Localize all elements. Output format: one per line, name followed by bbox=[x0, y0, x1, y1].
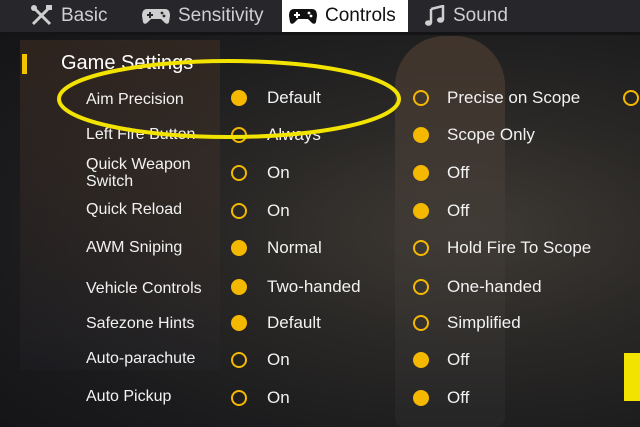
option-vehicle-2[interactable]: One-handed bbox=[447, 277, 542, 297]
tools-icon bbox=[31, 5, 52, 26]
option-auto-parachute-1[interactable]: On bbox=[267, 350, 290, 370]
tab-label: Basic bbox=[61, 5, 108, 26]
radio-extra-option[interactable] bbox=[623, 90, 639, 106]
option-auto-pickup-2[interactable]: Off bbox=[447, 388, 469, 408]
setting-label-auto-pickup: Auto Pickup bbox=[86, 388, 172, 405]
option-vehicle-1[interactable]: Two-handed bbox=[267, 277, 361, 297]
option-quick-reload-1[interactable]: On bbox=[267, 201, 290, 221]
highlight-ellipse bbox=[57, 59, 401, 139]
option-awm-2[interactable]: Hold Fire To Scope bbox=[447, 238, 591, 258]
setting-label-safezone-hints: Safezone Hints bbox=[86, 315, 195, 332]
option-quick-weapon-1[interactable]: On bbox=[267, 163, 290, 183]
tab-divider bbox=[0, 32, 640, 35]
radio-auto-parachute-option1[interactable] bbox=[231, 352, 247, 368]
setting-label-quick-weapon-switch: Quick Weapon Switch bbox=[86, 156, 191, 190]
option-aim-precision-2[interactable]: Precise on Scope bbox=[447, 88, 580, 108]
radio-quick-weapon-option2[interactable] bbox=[413, 165, 429, 181]
option-quick-reload-2[interactable]: Off bbox=[447, 201, 469, 221]
tab-label: Sound bbox=[453, 5, 508, 26]
gamepad-icon bbox=[289, 9, 317, 24]
option-quick-weapon-2[interactable]: Off bbox=[447, 163, 469, 183]
tab-bar: Basic Sensitivity Controls Sound bbox=[0, 0, 640, 32]
radio-vehicle-option1[interactable] bbox=[231, 279, 247, 295]
radio-aim-precision-option2[interactable] bbox=[413, 90, 429, 106]
setting-label-auto-parachute: Auto-parachute bbox=[86, 350, 196, 367]
radio-awm-option2[interactable] bbox=[413, 240, 429, 256]
gamepad-icon bbox=[142, 9, 170, 24]
radio-awm-option1[interactable] bbox=[231, 240, 247, 256]
tab-basic[interactable]: Basic bbox=[30, 0, 107, 32]
radio-quick-weapon-option1[interactable] bbox=[231, 165, 247, 181]
radio-vehicle-option2[interactable] bbox=[413, 279, 429, 295]
option-left-fire-2[interactable]: Scope Only bbox=[447, 125, 535, 145]
setting-label-vehicle-controls: Vehicle Controls bbox=[86, 280, 202, 297]
tab-label: Sensitivity bbox=[178, 5, 264, 26]
tab-sensitivity[interactable]: Sensitivity bbox=[141, 0, 264, 32]
music-note-icon bbox=[425, 5, 445, 26]
radio-left-fire-option2[interactable] bbox=[413, 127, 429, 143]
radio-quick-reload-option2[interactable] bbox=[413, 203, 429, 219]
tab-controls[interactable]: Controls bbox=[282, 0, 408, 32]
option-auto-pickup-1[interactable]: On bbox=[267, 388, 290, 408]
tab-label: Controls bbox=[325, 5, 396, 26]
radio-auto-pickup-option2[interactable] bbox=[413, 390, 429, 406]
radio-quick-reload-option1[interactable] bbox=[231, 203, 247, 219]
option-awm-1[interactable]: Normal bbox=[267, 238, 322, 258]
option-safezone-1[interactable]: Default bbox=[267, 313, 321, 333]
section-accent-bar bbox=[22, 54, 27, 74]
radio-safezone-option2[interactable] bbox=[413, 315, 429, 331]
radio-safezone-option1[interactable] bbox=[231, 315, 247, 331]
radio-auto-parachute-option2[interactable] bbox=[413, 352, 429, 368]
setting-label-awm-sniping: AWM Sniping bbox=[86, 239, 183, 256]
radio-auto-pickup-option1[interactable] bbox=[231, 390, 247, 406]
option-auto-parachute-2[interactable]: Off bbox=[447, 350, 469, 370]
side-yellow-marker bbox=[624, 353, 640, 401]
tab-sound[interactable]: Sound bbox=[424, 0, 508, 32]
option-safezone-2[interactable]: Simplified bbox=[447, 313, 521, 333]
setting-label-quick-reload: Quick Reload bbox=[86, 201, 183, 218]
